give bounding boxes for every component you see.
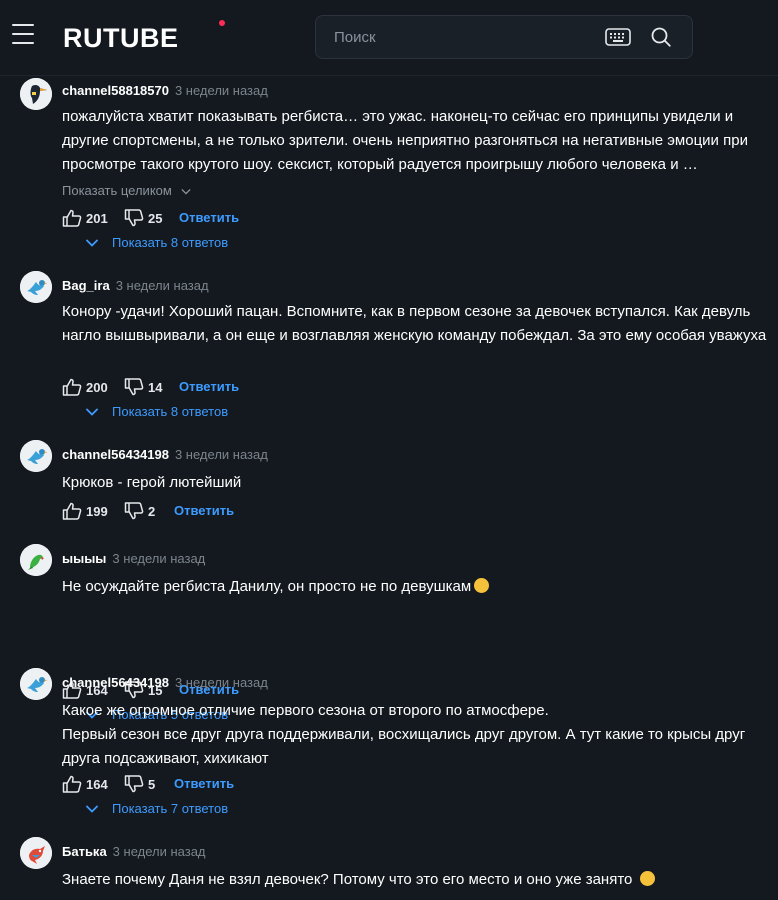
comment-author[interactable]: channel58818570 (62, 83, 169, 98)
comment-text: Знаете почему Даня не взял девочек? Пото… (62, 868, 768, 892)
avatar[interactable] (20, 837, 52, 869)
like-button[interactable]: 200 (62, 377, 108, 397)
comment-author[interactable]: Батька (62, 844, 107, 859)
like-count: 199 (86, 503, 108, 519)
comment-time: 3 недели назад (115, 278, 209, 293)
laughing-emoji-icon (640, 871, 656, 886)
comment-text: пожалуйста хватит показывать регбиста… э… (62, 108, 748, 173)
chevron-down-icon (86, 805, 98, 813)
avatar[interactable] (20, 544, 52, 576)
comment-time: 3 недели назад (112, 844, 206, 859)
comment-time: 3 недели назад (174, 83, 268, 98)
show-replies-button[interactable]: Показать 8 ответов (86, 235, 228, 250)
hamburger-menu-icon[interactable] (12, 24, 36, 48)
comment-header: ыыыы 3 недели назад (62, 550, 205, 570)
comment-text: Конору -удачи! Хороший пацан. Вспомните,… (62, 303, 767, 344)
chevron-down-icon (86, 239, 98, 247)
comment-text: Крюков - герой лютейший (62, 474, 242, 491)
thumbs-down-icon (124, 775, 144, 793)
laughing-emoji-icon (474, 578, 490, 593)
comment-text-line: Первый сезон все друг друга поддерживали… (62, 726, 746, 767)
like-count: 200 (86, 379, 108, 395)
thumbs-up-icon (62, 209, 82, 227)
avatar[interactable] (20, 271, 52, 303)
like-button[interactable]: 199 (62, 501, 108, 521)
comment-text: Какое же огромное отличие первого сезона… (62, 699, 768, 771)
reply-button[interactable]: Ответить (174, 503, 234, 518)
thumbs-down-icon (124, 502, 144, 520)
reply-button[interactable]: Ответить (174, 776, 234, 791)
comment-time: 3 недели назад (174, 447, 268, 462)
comment-header: Bag_ira 3 недели назад (62, 277, 209, 297)
like-button[interactable]: 164 (62, 774, 108, 794)
dislike-button[interactable]: 5 (124, 774, 155, 794)
dislike-count: 14 (148, 379, 163, 395)
keyboard-icon[interactable] (605, 28, 631, 46)
dislike-count: 2 (148, 503, 156, 519)
avatar[interactable] (20, 440, 52, 472)
comment-text-line: Какое же огромное отличие первого сезона… (62, 702, 549, 719)
avatar[interactable] (20, 668, 52, 700)
reply-button[interactable]: Ответить (179, 210, 239, 225)
logo-dot (219, 20, 225, 26)
comment-header: channel56434198 3 недели назад (62, 674, 268, 694)
search-box (315, 15, 693, 59)
comment-header: Батька 3 недели назад (62, 843, 206, 863)
top-header: RUTUBE (0, 0, 778, 76)
show-full-label: Показать целиком (62, 183, 172, 198)
search-icon[interactable] (650, 26, 672, 48)
thumbs-down-icon (124, 378, 144, 396)
show-replies-button[interactable]: Показать 7 ответов (86, 801, 228, 816)
dislike-button[interactable]: 14 (124, 377, 162, 397)
comment-text-content: Не осуждайте регбиста Данилу, он просто … (62, 578, 472, 595)
avatar[interactable] (20, 78, 52, 110)
comment-time: 3 недели назад (174, 675, 268, 690)
thumbs-up-icon (62, 775, 82, 793)
like-count: 164 (86, 776, 108, 792)
thumbs-up-icon (62, 378, 82, 396)
comment-header: channel56434198 3 недели назад (62, 446, 268, 466)
rutube-logo[interactable]: RUTUBE (63, 23, 179, 54)
comment-author[interactable]: Bag_ira (62, 278, 110, 293)
chevron-down-icon (86, 408, 98, 416)
comment-author[interactable]: channel56434198 (62, 675, 169, 690)
comment-author[interactable]: ыыыы (62, 551, 106, 566)
comment-text: Не осуждайте регбиста Данилу, он просто … (62, 575, 768, 599)
like-button[interactable]: 201 (62, 208, 108, 228)
show-replies-label: Показать 7 ответов (112, 801, 229, 816)
thumbs-up-icon (62, 502, 82, 520)
like-count: 201 (86, 210, 108, 226)
dislike-button[interactable]: 2 (124, 501, 155, 521)
comment-header: channel58818570 3 недели назад (62, 82, 268, 102)
comment-author[interactable]: channel56434198 (62, 447, 169, 462)
search-input[interactable] (316, 16, 596, 58)
dislike-button[interactable]: 25 (124, 208, 162, 228)
dislike-count: 25 (148, 210, 163, 226)
dislike-count: 5 (148, 776, 156, 792)
reply-button[interactable]: Ответить (179, 379, 239, 394)
show-replies-button[interactable]: Показать 8 ответов (86, 404, 228, 419)
comment-text-content: Знаете почему Даня не взял девочек? Пото… (62, 871, 633, 888)
comment-time: 3 недели назад (112, 551, 206, 566)
show-replies-label: Показать 8 ответов (112, 404, 229, 419)
show-full-button[interactable]: Показать целиком (62, 183, 192, 198)
chevron-down-icon (181, 188, 192, 195)
thumbs-down-icon (124, 209, 144, 227)
show-replies-label: Показать 8 ответов (112, 235, 229, 250)
